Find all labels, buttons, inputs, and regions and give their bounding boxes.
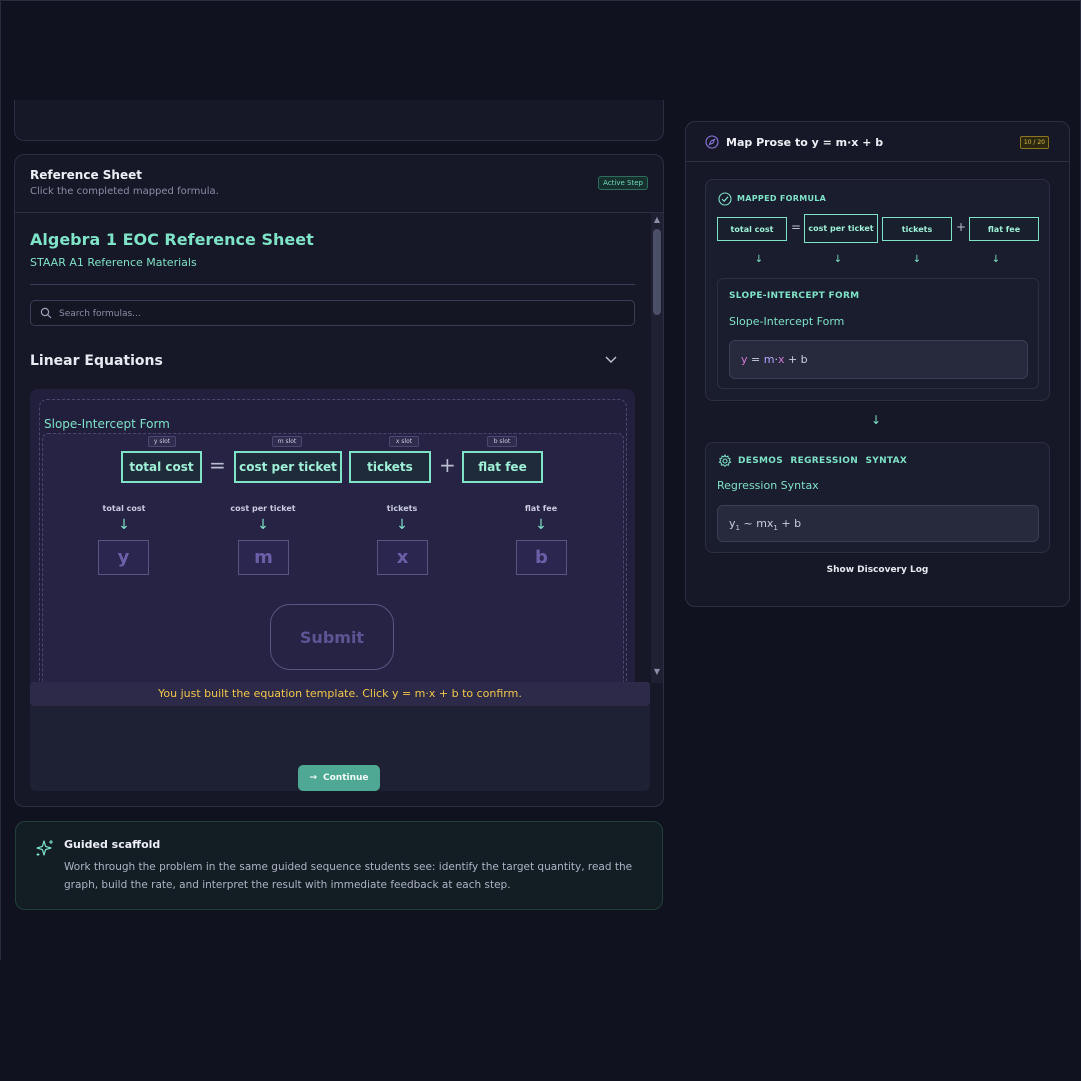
- divider: [30, 284, 635, 285]
- continue-button[interactable]: → Continue: [298, 765, 380, 791]
- arrow-down-icon: ↓: [535, 517, 547, 533]
- continue-label: Continue: [323, 773, 369, 783]
- chevron-down-icon[interactable]: [604, 355, 618, 365]
- desmos-mx: ~ mx: [739, 517, 774, 530]
- reference-scroll-area[interactable]: Algebra 1 EOC Reference Sheet STAAR A1 R…: [15, 213, 663, 683]
- previous-card-stub: [14, 100, 664, 141]
- token-tickets[interactable]: tickets: [349, 451, 431, 483]
- arrow-down-icon: ↓: [396, 517, 408, 533]
- window-left-border: [0, 0, 1, 960]
- arrow-right-icon: →: [309, 773, 318, 783]
- map-prose-header: Map Prose to y = m·x + b 10 / 20: [686, 122, 1069, 162]
- desmos-plus-b: + b: [777, 517, 802, 530]
- mapped-token-label: flat fee: [987, 224, 1021, 234]
- progress-count-badge: 10 / 20: [1019, 136, 1049, 149]
- scaffold-body: Work through the problem in the same gui…: [64, 861, 633, 891]
- gear-icon: [718, 454, 732, 467]
- mapped-token-label: cost per ticket: [808, 224, 874, 233]
- plus-sign: +: [439, 453, 456, 477]
- formula-m: m: [763, 353, 775, 366]
- search-input[interactable]: [59, 305, 619, 322]
- map-prose-title: Map Prose to y = m·x + b: [726, 136, 884, 149]
- guided-scaffold-card: Guided scaffold Work through the problem…: [15, 821, 663, 910]
- scroll-down-arrow-icon[interactable]: ▼: [653, 668, 661, 676]
- mapped-token-label: tickets: [901, 224, 933, 234]
- mapped-token-flat-fee: flat fee: [969, 217, 1039, 241]
- mapped-token-cost-per-ticket: cost per ticket: [804, 214, 878, 243]
- arrow-down-icon: ↓: [118, 517, 130, 533]
- equals-sign: =: [791, 220, 802, 234]
- submit-button[interactable]: Submit: [270, 604, 394, 670]
- desmos-title: DESMOS REGRESSION SYNTAX: [738, 456, 908, 466]
- var-label-tickets: tickets: [386, 504, 418, 513]
- reference-sheet-title: Reference Sheet: [30, 168, 142, 182]
- section-title-linear-equations[interactable]: Linear Equations: [30, 353, 163, 369]
- arrow-down-icon: ↓: [833, 254, 843, 265]
- mapped-token-tickets: tickets: [882, 217, 952, 241]
- arrow-down-icon: ↓: [991, 254, 1001, 265]
- x-slot-tag: x slot: [389, 436, 419, 447]
- slope-intercept-formula[interactable]: y = m·x + b: [729, 340, 1028, 379]
- search-icon: [40, 307, 52, 319]
- slope-intercept-form-box[interactable]: SLOPE-INTERCEPT FORM Slope-Intercept For…: [717, 278, 1039, 389]
- desmos-regression-panel: DESMOS REGRESSION SYNTAX Regression Synt…: [705, 442, 1050, 553]
- scaffold-title: Guided scaffold: [64, 838, 161, 851]
- mapped-formula-panel: MAPPED FORMULA total cost = cost per tic…: [705, 179, 1050, 401]
- variable-y[interactable]: y: [98, 540, 149, 575]
- reference-sheet-card: Reference Sheet Click the completed mapp…: [14, 154, 664, 807]
- formula-equals: =: [747, 353, 764, 366]
- token-flat-fee[interactable]: flat fee: [462, 451, 543, 483]
- search-box[interactable]: [30, 300, 635, 326]
- arrow-down-icon: ↓: [257, 517, 269, 533]
- sheet-subtitle: STAAR A1 Reference Materials: [30, 256, 197, 269]
- desmos-regression-formula[interactable]: y1 ~ mx1 + b: [717, 505, 1039, 542]
- variable-b[interactable]: b: [516, 540, 567, 575]
- arrow-down-icon: ↓: [912, 254, 922, 265]
- slope-intercept-label: Slope-Intercept Form: [44, 417, 170, 431]
- compass-icon: [705, 135, 719, 149]
- b-slot-tag: b slot: [487, 436, 517, 447]
- formula-plus-b: + b: [784, 353, 808, 366]
- desmos-subtitle: Regression Syntax: [717, 479, 819, 492]
- hint-banner: You just built the equation template. Cl…: [30, 682, 650, 706]
- check-circle-icon: [718, 192, 732, 206]
- equals-sign: =: [209, 453, 226, 477]
- reference-sheet-subtitle: Click the completed mapped formula.: [30, 186, 219, 197]
- slope-intercept-panel: Slope-Intercept Form y slot m slot x slo…: [30, 389, 635, 683]
- token-cost-per-ticket[interactable]: cost per ticket: [234, 451, 342, 483]
- map-prose-card: Map Prose to y = m·x + b 10 / 20 MAPPED …: [685, 121, 1070, 607]
- variable-x[interactable]: x: [377, 540, 428, 575]
- sheet-title: Algebra 1 EOC Reference Sheet: [30, 230, 314, 249]
- m-slot-tag: m slot: [272, 436, 302, 447]
- y-slot-tag: y slot: [148, 436, 176, 447]
- scroll-up-arrow-icon[interactable]: ▲: [653, 216, 661, 224]
- mapped-formula-title: MAPPED FORMULA: [737, 194, 827, 203]
- arrow-down-icon: ↓: [871, 413, 882, 427]
- variable-m[interactable]: m: [238, 540, 289, 575]
- scrollbar-thumb[interactable]: [653, 229, 661, 315]
- slope-form-title: SLOPE-INTERCEPT FORM: [729, 291, 860, 301]
- var-label-cost-per-ticket: cost per ticket: [230, 504, 296, 513]
- window-top-border: [0, 0, 1081, 1]
- token-total-cost[interactable]: total cost: [121, 451, 202, 483]
- var-label-flat-fee: flat fee: [524, 504, 558, 513]
- slope-form-subtitle: Slope-Intercept Form: [729, 315, 845, 328]
- reference-sheet-header: Reference Sheet Click the completed mapp…: [15, 155, 663, 213]
- sparkle-icon: [36, 840, 53, 856]
- active-step-badge: Active Step: [598, 176, 648, 190]
- var-label-total-cost: total cost: [102, 504, 146, 513]
- plus-sign: +: [956, 220, 967, 234]
- mapped-token-total-cost: total cost: [717, 217, 787, 241]
- mapped-token-label: total cost: [730, 224, 774, 234]
- arrow-down-icon: ↓: [754, 254, 764, 265]
- show-discovery-log-link[interactable]: Show Discovery Log: [686, 565, 1069, 575]
